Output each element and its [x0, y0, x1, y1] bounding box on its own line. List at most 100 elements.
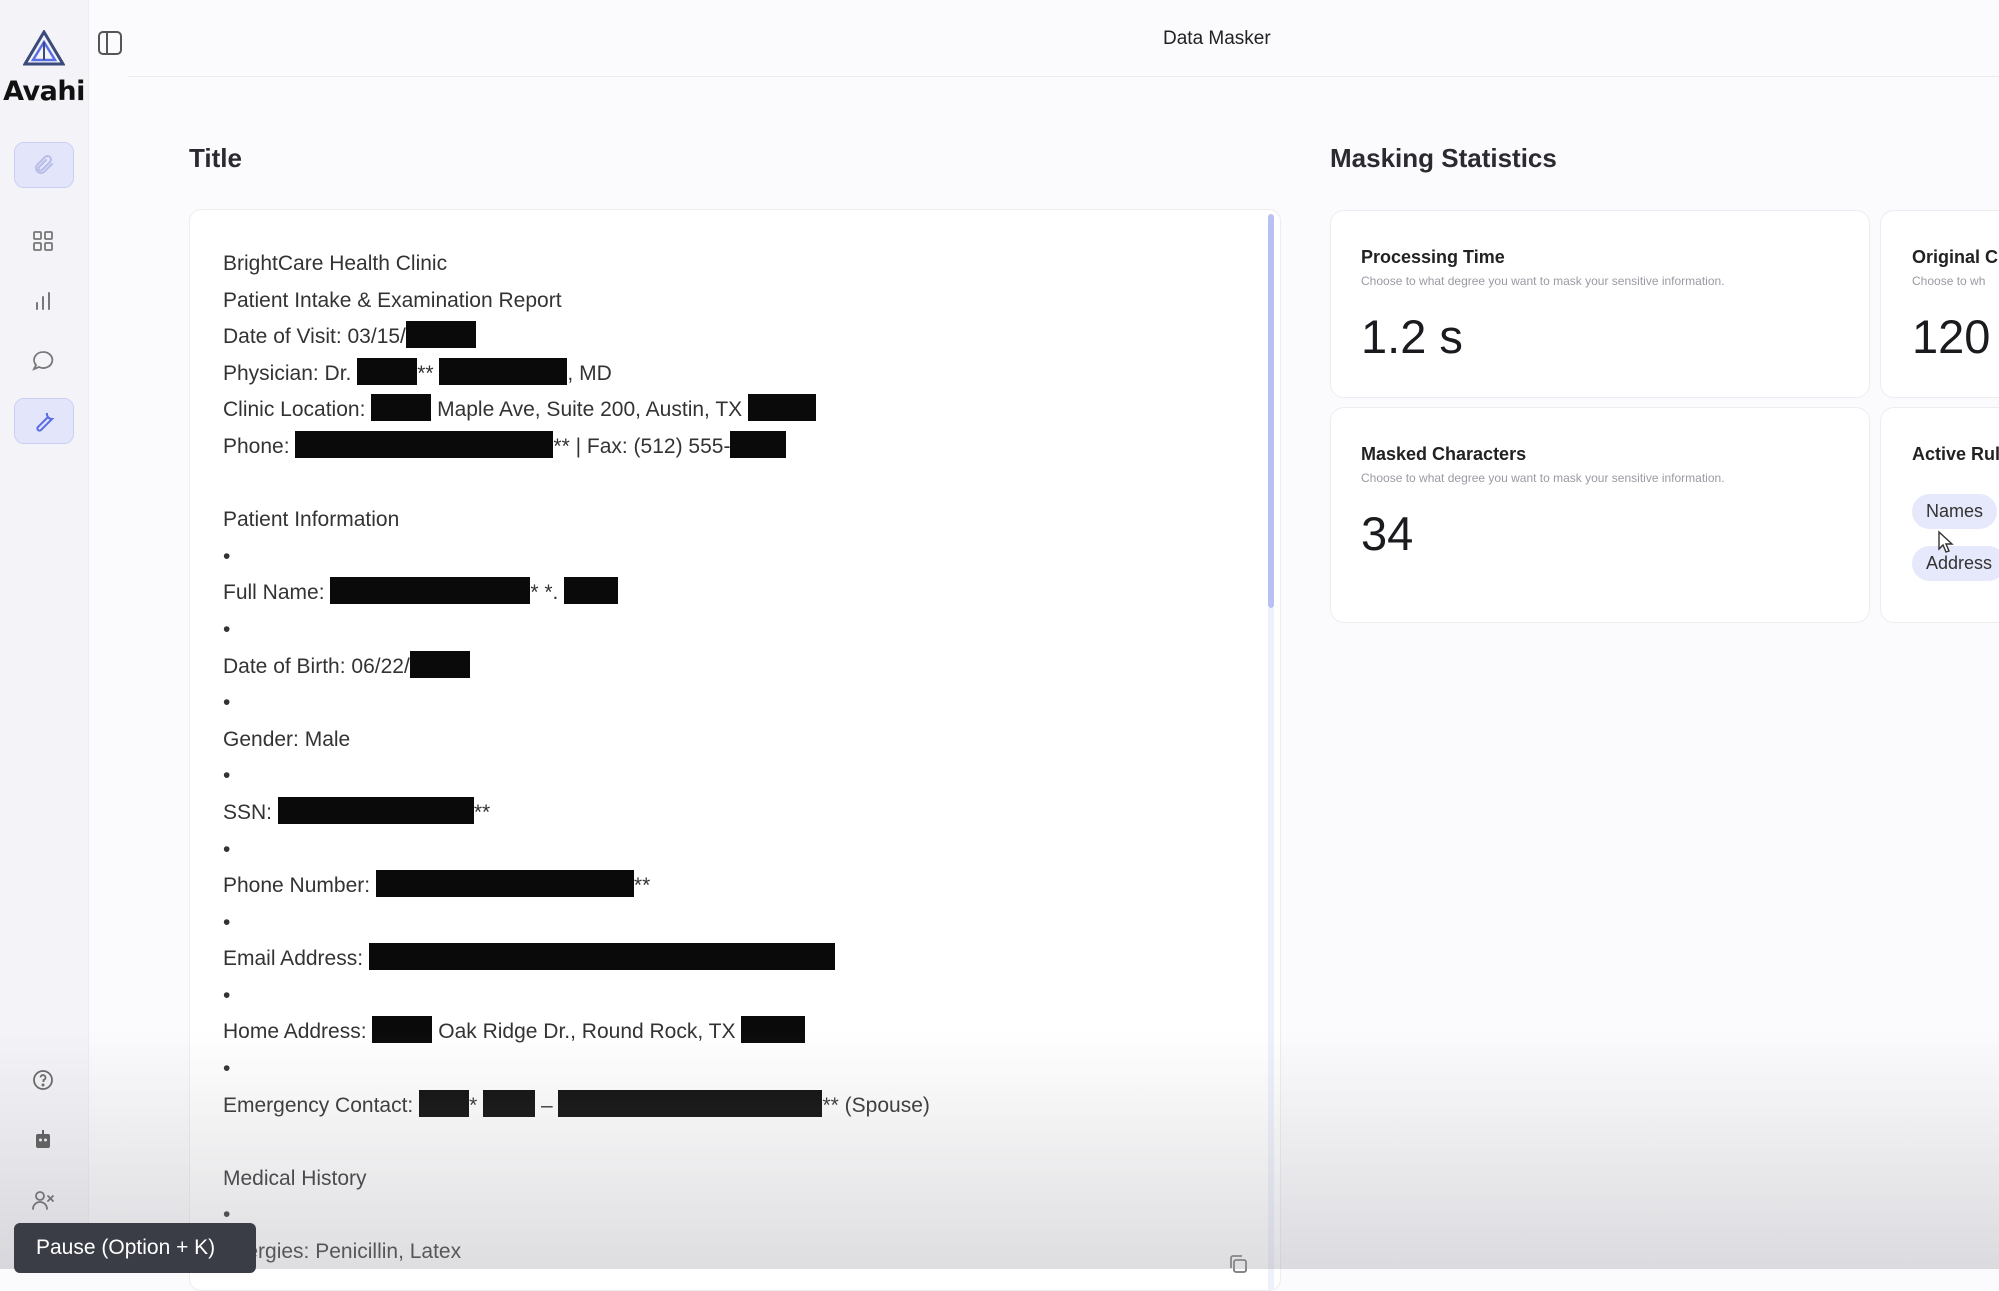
bullet: • — [223, 1057, 231, 1081]
clinic-name: BrightCare Health Clinic — [223, 252, 448, 275]
redaction-block — [330, 577, 531, 605]
bar-chart-icon — [36, 292, 50, 310]
bullet: • — [223, 910, 231, 934]
redaction-block — [730, 430, 787, 458]
copy-icon[interactable] — [1227, 1253, 1249, 1275]
email-label: Email Address: — [223, 947, 369, 971]
sidebar-toggle-icon[interactable] — [96, 29, 124, 57]
redaction-block — [372, 1016, 433, 1044]
document-scrollbar-thumb[interactable] — [1268, 214, 1274, 608]
patient-info-heading: Patient Information — [223, 508, 400, 532]
sidebar-item-chat[interactable] — [14, 339, 72, 383]
sidebar-item-remove-user[interactable] — [14, 1178, 72, 1222]
physician-label: Physician: Dr. — [223, 361, 358, 385]
redaction-block — [741, 1016, 806, 1044]
emergency-contact-label: Emergency Contact: — [223, 1093, 420, 1117]
redaction-block — [439, 357, 568, 385]
sidebar-item-help[interactable] — [14, 1058, 72, 1102]
ssn-label: SSN: — [223, 800, 278, 824]
mask-stars: * *. — [530, 581, 559, 605]
allergies-line: Allergies: Penicillin, Latex — [223, 1240, 462, 1264]
redaction-block — [295, 430, 554, 458]
mask-stars: ** — [633, 874, 651, 898]
sidebar-item-bot[interactable] — [14, 1118, 72, 1162]
help-circle-icon — [33, 1070, 53, 1090]
brand-name: Avahi — [3, 76, 85, 107]
stat-card-active-rules: Active Rul Names Address — [1880, 407, 1999, 623]
sidebar-item-dashboard[interactable] — [14, 219, 72, 263]
redaction-block — [483, 1089, 536, 1117]
stat-card-value: 1.2 s — [1361, 310, 1463, 363]
stat-card-description: Choose to wh — [1912, 274, 1986, 288]
stat-card-description: Choose to what degree you want to mask y… — [1361, 274, 1725, 288]
medical-history-heading: Medical History — [223, 1166, 367, 1190]
sidebar: Avahi — [0, 0, 89, 1269]
redaction-block — [375, 870, 634, 898]
redaction-block — [419, 1089, 470, 1117]
stats-section-title: Masking Statistics — [1330, 143, 1557, 173]
mask-stars: * — [469, 1093, 478, 1117]
document-section-title: Title — [189, 143, 242, 173]
redaction-block — [558, 1089, 823, 1117]
emergency-dash: – — [535, 1093, 559, 1117]
chat-bubble-icon — [32, 351, 54, 371]
stat-card-title: Masked Characters — [1361, 444, 1527, 464]
stat-card-value: 120 — [1912, 310, 1991, 363]
stat-card-title: Active Rul — [1912, 444, 1999, 464]
phone-number-label: Phone Number: — [223, 874, 376, 898]
bullet: • — [223, 544, 231, 568]
location-street: Maple Ave, Suite 200, Austin, TX — [431, 398, 749, 422]
header-divider — [128, 76, 1999, 77]
stat-card-description: Choose to what degree you want to mask y… — [1361, 471, 1725, 485]
document-scrollbar-track[interactable] — [1268, 608, 1274, 1290]
redaction-block — [371, 394, 432, 422]
redaction-block — [409, 650, 470, 678]
fullname-label: Full Name: — [223, 581, 331, 605]
bullet: • — [223, 764, 231, 788]
phone-fax: ** | Fax: (512) 555- — [553, 434, 731, 458]
sidebar-item-tools[interactable] — [14, 398, 74, 444]
home-address-label: Home Address: — [223, 1020, 373, 1044]
robot-icon — [36, 1130, 50, 1148]
physician-suffix: , MD — [567, 361, 612, 385]
report-title: Patient Intake & Examination Report — [223, 288, 562, 312]
stat-card-title: Processing Time — [1361, 247, 1505, 267]
bullet: • — [223, 691, 231, 715]
stat-card-masked-characters: Masked Characters Choose to what degree … — [1330, 407, 1870, 623]
tooltip-text: Pause (Option + K) — [36, 1236, 216, 1259]
bullet: • — [223, 983, 231, 1007]
redaction-block — [357, 357, 418, 385]
visit-date-label: Date of Visit: 03/15/ — [223, 325, 406, 349]
page-title: Data Masker — [1163, 28, 1271, 49]
redaction-block — [405, 321, 476, 349]
stat-card-value: 34 — [1361, 507, 1414, 560]
rule-pill-address[interactable]: Address — [1912, 546, 1999, 581]
bullet: • — [223, 617, 231, 641]
stat-card-original-characters: Original C Choose to wh 120 — [1880, 210, 1999, 398]
home-address-street: Oak Ridge Dr., Round Rock, TX — [432, 1020, 742, 1044]
mouse-cursor-icon — [1938, 530, 1954, 553]
emergency-relation: ** (Spouse) — [822, 1093, 930, 1117]
stat-card-processing-time: Processing Time Choose to what degree yo… — [1330, 210, 1870, 398]
sidebar-item-attach[interactable] — [14, 142, 74, 188]
redaction-block — [748, 394, 817, 422]
stat-card-title: Original C — [1912, 247, 1999, 267]
masked-document-panel[interactable]: BrightCare Health Clinic Patient Intake … — [189, 209, 1281, 1291]
rule-pill-names[interactable]: Names — [1912, 494, 1998, 529]
redaction-block — [277, 796, 474, 824]
mask-stars: ** — [473, 800, 491, 824]
sidebar-item-analytics[interactable] — [14, 279, 72, 323]
dob-label: Date of Birth: 06/22/ — [223, 654, 410, 678]
wrench-icon — [36, 412, 55, 432]
location-label: Clinic Location: — [223, 398, 372, 422]
avahi-logo-icon — [23, 30, 65, 66]
redaction-block — [368, 943, 835, 971]
mask-stars: ** — [417, 361, 434, 385]
gender-line: Gender: Male — [223, 727, 351, 751]
user-remove-icon — [32, 1191, 54, 1210]
phone-label: Phone: — [223, 434, 296, 458]
masked-document-text: BrightCare Health Clinic Patient Intake … — [223, 246, 930, 1271]
bullet: • — [223, 837, 231, 861]
grid-icon — [33, 231, 53, 251]
pause-tooltip: Pause (Option + K) — [14, 1223, 256, 1273]
